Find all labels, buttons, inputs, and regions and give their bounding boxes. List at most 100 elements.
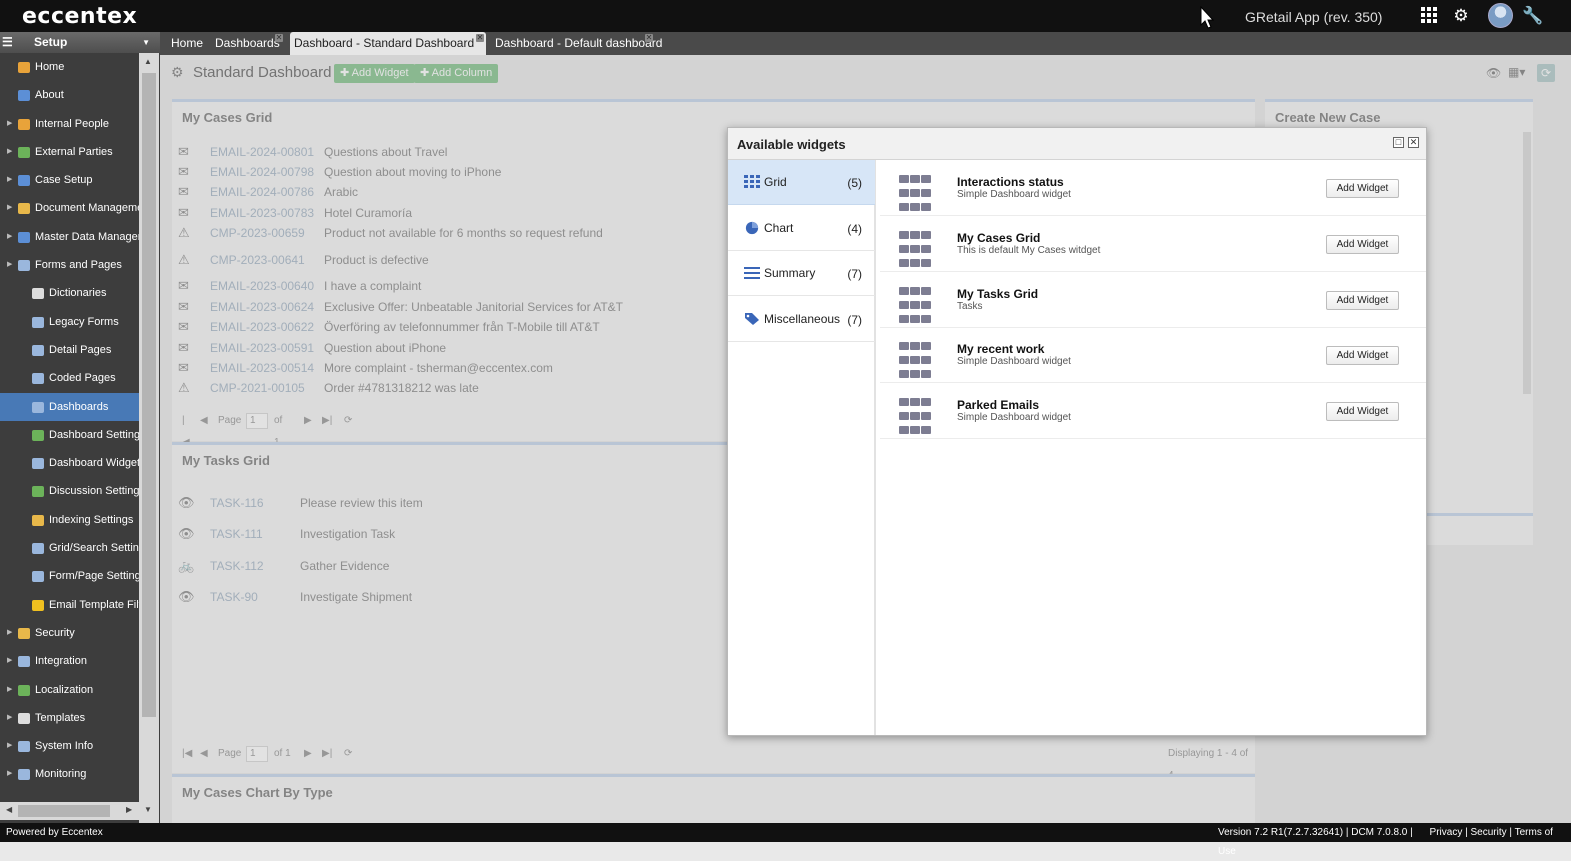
sidebar-item-label: Dashboard Widgets: [49, 457, 139, 470]
sidebar-item-dashboard-widgets[interactable]: Dashboard Widgets: [0, 449, 139, 477]
dialog-header: Available widgets □ ✕: [728, 128, 1426, 160]
sidebar-item-document-management[interactable]: ▶ Document Management: [0, 194, 139, 222]
sidebar-item-label: Legacy Forms: [49, 315, 119, 328]
sidebar-scrollbar[interactable]: ▲ ▼: [139, 53, 159, 831]
close-icon[interactable]: ✕: [1408, 137, 1419, 148]
sidebar-item-case-setup[interactable]: ▶ Case Setup: [0, 166, 139, 194]
close-icon[interactable]: ✕: [476, 34, 484, 42]
expand-arrow-icon[interactable]: ▶: [7, 732, 12, 760]
chevron-down-icon: ▼: [142, 38, 150, 47]
category-label: Chart: [764, 220, 794, 235]
security-link[interactable]: Security: [1470, 827, 1506, 838]
sidebar-item-legacy-forms[interactable]: Legacy Forms: [0, 308, 139, 336]
tab-dashboards[interactable]: Dashboards ✕: [211, 32, 284, 55]
sidebar-item-label: Templates: [35, 711, 86, 724]
sidebar-item-about[interactable]: About: [0, 81, 139, 109]
add-widget-button[interactable]: Add Widget: [1326, 179, 1399, 198]
sidebar-item-external-parties[interactable]: ▶ External Parties: [0, 138, 139, 166]
sidebar-item-dictionaries[interactable]: Dictionaries: [0, 279, 139, 307]
scroll-down-icon[interactable]: ▼: [144, 805, 152, 814]
add-widget-button[interactable]: Add Widget: [1326, 290, 1399, 310]
horizontal-scrollbar-thumb[interactable]: [18, 805, 110, 817]
sidebar-horizontal-scrollbar[interactable]: ◀ ▶: [0, 802, 139, 820]
tab-default-dashboard[interactable]: Dashboard - Default dashboard ✕: [491, 32, 666, 55]
wrench-icon[interactable]: 🔧: [1522, 6, 1543, 26]
expand-arrow-icon[interactable]: ▶: [7, 223, 12, 251]
widget-description: Simple Dashboard widget: [957, 412, 1071, 424]
expand-arrow-icon[interactable]: ▶: [7, 194, 12, 222]
lock-icon: [18, 627, 30, 639]
category-grid[interactable]: Grid (5): [728, 160, 875, 205]
widget-description: Simple Dashboard widget: [957, 189, 1071, 200]
widget-item: Parked Emails Simple Dashboard widget Add …: [880, 383, 1426, 440]
detail-page-icon: [32, 344, 44, 356]
sidebar-item-discussion-settings[interactable]: Discussion Settings: [0, 477, 139, 505]
widget-name: My recent work: [957, 342, 1045, 357]
grid-widget-icon: [899, 228, 935, 267]
widget-item: My Tasks Grid Tasks Add Widget: [880, 272, 1426, 328]
sidebar-item-security[interactable]: ▶ Security: [0, 619, 139, 647]
expand-arrow-icon[interactable]: ▶: [7, 138, 12, 166]
expand-arrow-icon[interactable]: ▶: [7, 619, 12, 647]
expand-arrow-icon[interactable]: ▶: [7, 760, 12, 788]
widget-description: Simple Dashboard widget: [957, 356, 1071, 368]
sidebar-item-label: Case Setup: [35, 174, 93, 187]
expand-arrow-icon[interactable]: ▶: [7, 251, 12, 279]
sidebar-item-label: Discussion Settings: [49, 485, 139, 498]
expand-arrow-icon[interactable]: ▶: [7, 647, 12, 675]
sidebar-item-label: Integration: [35, 655, 87, 668]
sidebar-item-internal-people[interactable]: ▶ Internal People: [0, 110, 139, 138]
sidebar-item-indexing-settings[interactable]: Indexing Settings: [0, 506, 139, 534]
sidebar-item-master-data-management[interactable]: ▶ Master Data Management: [0, 223, 139, 251]
sidebar-item-forms-and-pages[interactable]: ▶ Forms and Pages: [0, 251, 139, 279]
scroll-right-icon[interactable]: ▶: [126, 805, 132, 814]
expand-arrow-icon[interactable]: ▶: [7, 704, 12, 732]
sidebar-header[interactable]: ☰ Setup ▼: [0, 32, 160, 53]
apps-grid-icon[interactable]: [1419, 6, 1439, 26]
expand-arrow-icon[interactable]: ▶: [7, 166, 12, 194]
add-widget-button[interactable]: Add Widget: [1326, 346, 1399, 366]
add-widget-button[interactable]: Add Widget: [1326, 234, 1399, 254]
app-name[interactable]: GRetail App (rev. 350): [1245, 9, 1382, 25]
top-bar: eccentex GRetail App (rev. 350) ⚙ 🔧: [0, 0, 1571, 32]
sidebar-item-monitoring[interactable]: ▶ Monitoring: [0, 760, 139, 788]
scrollbar-thumb[interactable]: [142, 73, 156, 717]
scroll-up-icon[interactable]: ▲: [144, 57, 152, 66]
sidebar-item-integration[interactable]: ▶ Integration: [0, 647, 139, 675]
expand-arrow-icon[interactable]: ▶: [7, 110, 12, 138]
sidebar-item-label: Master Data Management: [35, 230, 139, 243]
category-label: Grid: [764, 175, 787, 189]
sidebar-item-coded-pages[interactable]: Coded Pages: [0, 364, 139, 392]
category-chart[interactable]: Chart (4): [728, 206, 875, 251]
sidebar-item-label: Email Template Filter: [49, 598, 139, 611]
sidebar-item-system-info[interactable]: ▶ System Info: [0, 732, 139, 760]
maximize-icon[interactable]: □: [1393, 137, 1404, 148]
expand-arrow-icon[interactable]: ▶: [7, 676, 12, 704]
add-widget-button[interactable]: Add Widget: [1326, 402, 1399, 422]
gear-icon[interactable]: ⚙: [1451, 6, 1471, 26]
app-logo[interactable]: eccentex: [22, 4, 137, 29]
sidebar-item-dashboards[interactable]: Dashboards: [0, 392, 139, 421]
sidebar-item-home[interactable]: Home: [0, 53, 139, 81]
sidebar-item-grid-search-settings[interactable]: Grid/Search Settings: [0, 534, 139, 562]
tab-standard-dashboard[interactable]: Dashboard - Standard Dashboard ✕: [290, 32, 486, 55]
sidebar-item-form-page-settings[interactable]: Form/Page Settings: [0, 562, 139, 590]
widget-description: This is default My Cases witdget: [957, 244, 1101, 256]
category-summary[interactable]: Summary (7): [728, 251, 875, 296]
scroll-left-icon[interactable]: ◀: [6, 805, 12, 814]
sidebar-item-email-template-filter[interactable]: Email Template Filter: [0, 591, 139, 619]
dialog-title: Available widgets: [737, 137, 846, 152]
sidebar-item-templates[interactable]: ▶ Templates: [0, 704, 139, 732]
sidebar-item-dashboard-settings[interactable]: Dashboard Settings: [0, 421, 139, 449]
avatar[interactable]: [1488, 3, 1513, 28]
close-icon[interactable]: ✕: [275, 34, 283, 42]
category-miscellaneous[interactable]: Miscellaneous (7): [728, 297, 875, 342]
grid-widget-icon: [899, 172, 935, 211]
system-icon: [18, 741, 30, 753]
tab-home[interactable]: Home: [167, 32, 207, 55]
sidebar-item-label: Security: [35, 626, 75, 639]
close-icon[interactable]: ✕: [645, 34, 653, 42]
sidebar-item-localization[interactable]: ▶ Localization: [0, 676, 139, 704]
sidebar-item-detail-pages[interactable]: Detail Pages: [0, 336, 139, 364]
privacy-link[interactable]: Privacy: [1430, 827, 1463, 838]
